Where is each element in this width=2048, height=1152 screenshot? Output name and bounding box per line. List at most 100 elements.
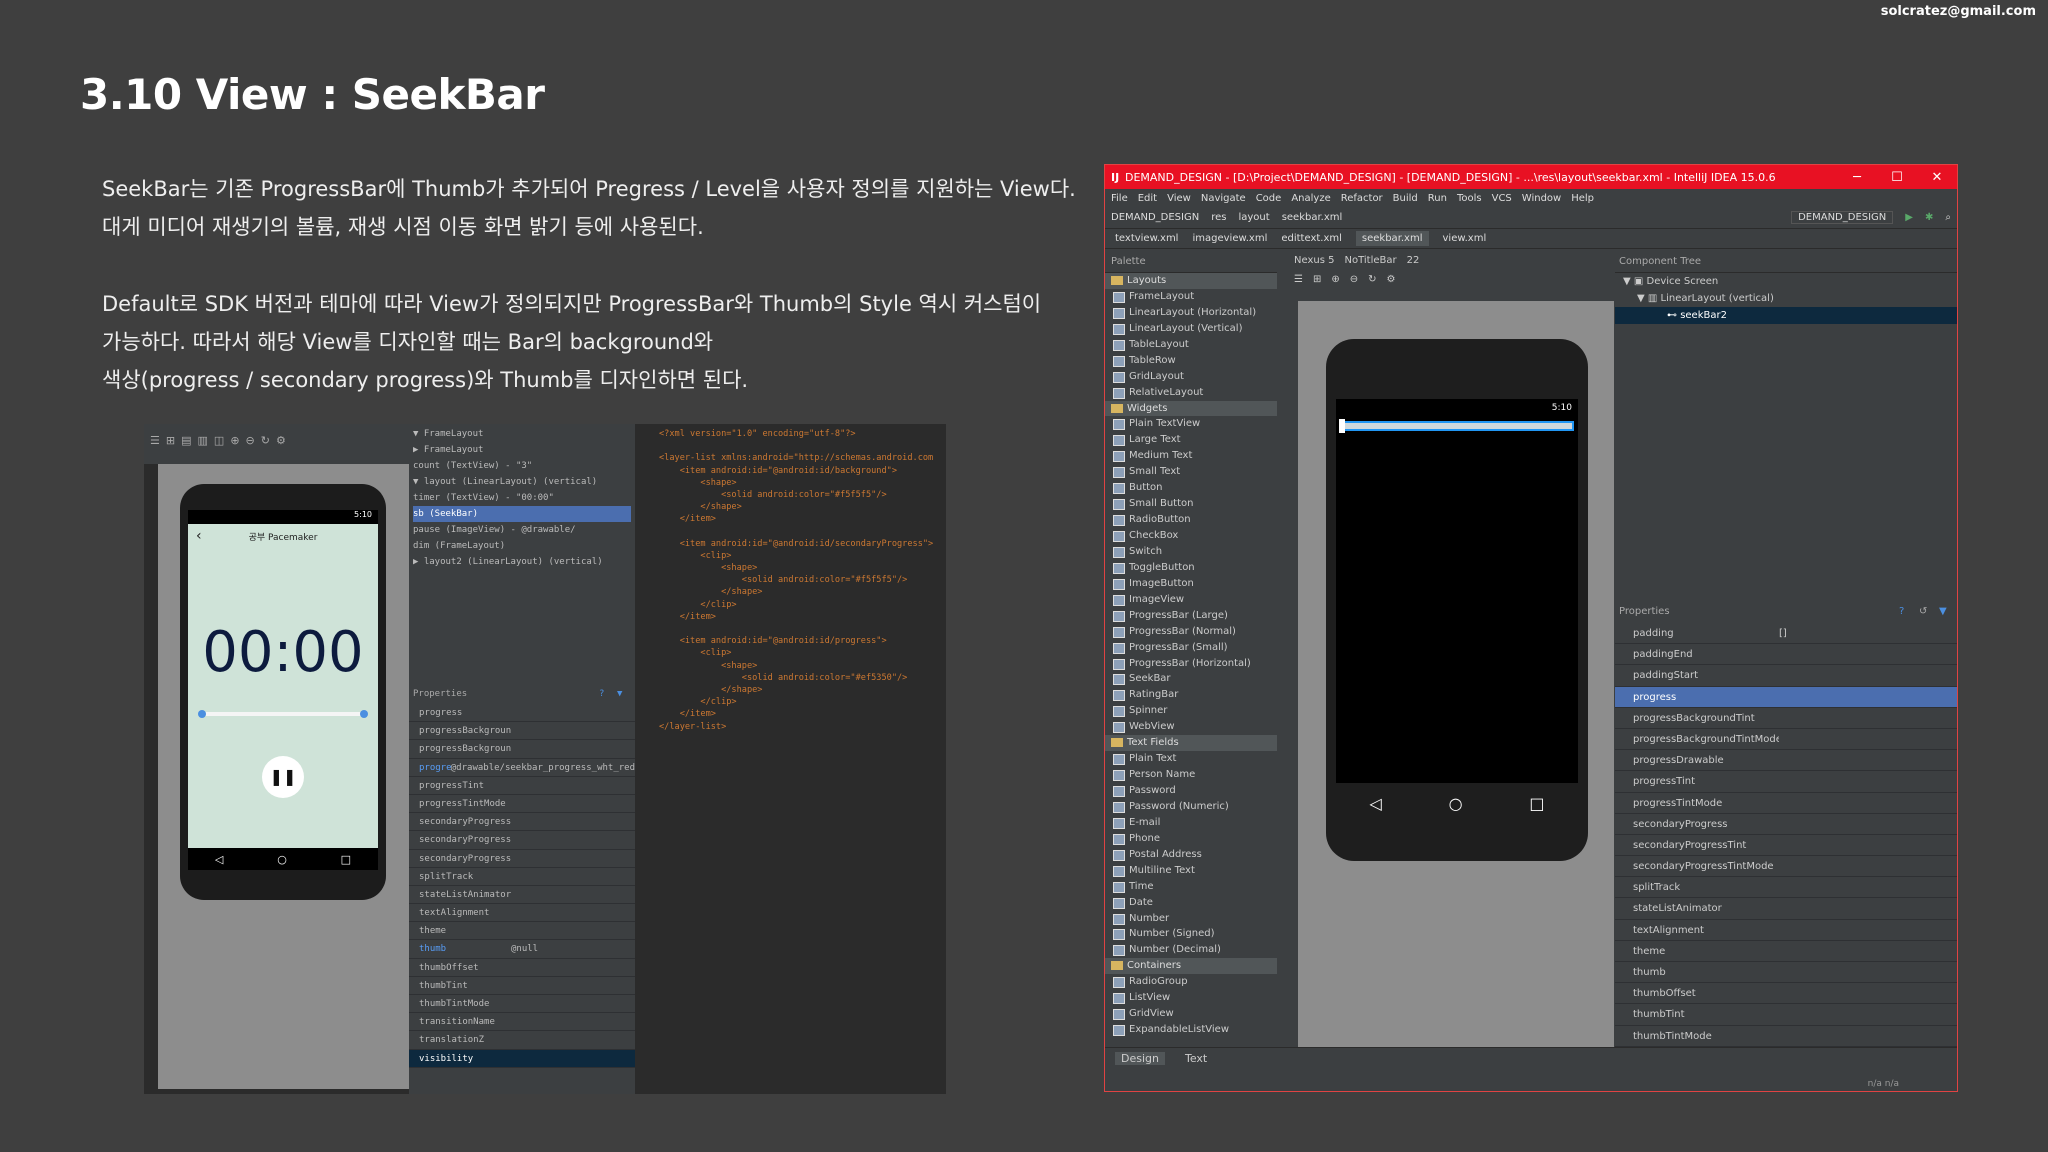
close-icon[interactable]: ✕ <box>1917 170 1957 185</box>
palette-category[interactable]: Layouts <box>1105 273 1277 289</box>
api-dropdown[interactable]: 22 <box>1407 255 1420 266</box>
palette-item[interactable]: ProgressBar (Large) <box>1105 608 1277 624</box>
property-row[interactable]: progressBackgroundTintMode <box>1615 729 1957 751</box>
property-row[interactable]: thumb @null <box>409 940 635 959</box>
search-icon[interactable]: ⌕ <box>1945 212 1957 223</box>
breadcrumb-res[interactable]: res <box>1211 212 1226 223</box>
theme-dropdown[interactable]: NoTitleBar <box>1344 255 1396 266</box>
palette-item[interactable]: Password <box>1105 783 1277 799</box>
help-icon[interactable]: ? <box>599 684 617 704</box>
property-row[interactable]: visibility <box>409 1049 635 1068</box>
palette-item[interactable]: Phone <box>1105 831 1277 847</box>
tree-node[interactable]: timer (TextView) - "00:00" <box>413 490 631 506</box>
palette-item[interactable]: ExpandableListView <box>1105 1022 1277 1038</box>
palette-category[interactable]: Containers <box>1105 958 1277 975</box>
debug-icon[interactable]: ✱ <box>1925 212 1933 223</box>
property-row[interactable]: secondaryProgressTint <box>1615 835 1957 857</box>
editor-tab[interactable]: edittext.xml <box>1281 233 1342 244</box>
layout-icon[interactable]: ☰ <box>1294 274 1303 285</box>
palette-item[interactable]: E-mail <box>1105 815 1277 831</box>
property-row[interactable]: progressTintMode <box>1615 793 1957 814</box>
property-row[interactable]: progressDrawable@drawable/seekbar_progre… <box>409 759 635 777</box>
toolbar-icon[interactable]: ▤ <box>181 434 191 454</box>
property-row[interactable]: stateListAnimator <box>1615 898 1957 920</box>
palette-item[interactable]: Small Text <box>1105 464 1277 480</box>
tree-node-selected[interactable]: ⊷ seekBar2 <box>1615 307 1957 324</box>
property-row[interactable]: secondaryProgressTintMode <box>1615 856 1957 878</box>
property-row[interactable]: progressBackgroundTi <box>409 722 635 741</box>
tree-node-selected[interactable]: sb (SeekBar) <box>413 506 631 522</box>
settings-icon[interactable]: ⚙ <box>276 434 286 454</box>
property-row[interactable]: secondaryProgressTi <box>409 850 635 868</box>
palette-item[interactable]: LinearLayout (Horizontal) <box>1105 305 1277 321</box>
palette-item[interactable]: WebView <box>1105 719 1277 735</box>
palette-item[interactable]: Person Name <box>1105 767 1277 783</box>
palette-item[interactable]: Time <box>1105 879 1277 895</box>
zoom-out-icon[interactable]: ⊖ <box>246 434 255 454</box>
palette-item[interactable]: CheckBox <box>1105 528 1277 544</box>
run-config-dropdown[interactable]: DEMAND_DESIGN <box>1791 211 1894 224</box>
palette-category[interactable]: Widgets <box>1105 400 1277 417</box>
property-row[interactable]: progress <box>409 704 635 723</box>
property-row[interactable]: splitTrack <box>1615 877 1957 899</box>
menu-item[interactable]: Build <box>1393 193 1418 204</box>
filter-icon[interactable]: ▼ <box>617 684 635 704</box>
toolbar-icon[interactable]: ▥ <box>198 434 208 454</box>
menu-item[interactable]: File <box>1111 193 1128 204</box>
palette-item[interactable]: LinearLayout (Vertical) <box>1105 321 1277 337</box>
palette-item[interactable]: SeekBar <box>1105 671 1277 687</box>
help-icon[interactable]: ? <box>1899 601 1919 623</box>
seekbar[interactable] <box>1339 419 1574 433</box>
property-value[interactable]: @null <box>511 940 538 957</box>
property-row[interactable]: secondaryProgress <box>1615 814 1957 835</box>
menu-item[interactable]: Tools <box>1457 193 1482 204</box>
palette-item[interactable]: Button <box>1105 480 1277 496</box>
property-row[interactable]: paddingStart <box>1615 665 1957 687</box>
palette-item[interactable]: Spinner <box>1105 703 1277 719</box>
toolbar-icon[interactable]: ⊞ <box>166 434 175 454</box>
nav-recents-icon[interactable]: □ <box>1529 794 1544 813</box>
editor-tab[interactable]: seekbar.xml <box>1355 231 1429 246</box>
tree-node[interactable]: ▶ FrameLayout <box>413 442 631 458</box>
palette-item[interactable]: Large Text <box>1105 432 1277 448</box>
tree-node[interactable]: ▶ layout2 (LinearLayout) (vertical) <box>413 554 631 570</box>
menu-item[interactable]: Edit <box>1138 193 1157 204</box>
tree-node[interactable]: dim (FrameLayout) <box>413 538 631 554</box>
menu-item[interactable]: Window <box>1522 193 1561 204</box>
property-row[interactable]: padding [] <box>1615 623 1957 645</box>
grid-icon[interactable]: ⊞ <box>1313 274 1321 285</box>
editor-tab[interactable]: imageview.xml <box>1192 233 1267 244</box>
palette-item[interactable]: TableRow <box>1105 353 1277 369</box>
settings-icon[interactable]: ⚙ <box>1387 274 1396 285</box>
refresh-icon[interactable]: ↻ <box>1368 274 1376 285</box>
property-row[interactable]: textAlignment <box>409 904 635 923</box>
palette-item[interactable]: RatingBar <box>1105 687 1277 703</box>
property-row[interactable]: textAlignment <box>1615 920 1957 941</box>
editor-tab[interactable]: view.xml <box>1443 233 1487 244</box>
minimize-icon[interactable]: ─ <box>1837 170 1877 185</box>
palette-item[interactable]: Password (Numeric) <box>1105 799 1277 815</box>
property-row[interactable]: thumbOffset <box>409 959 635 977</box>
zoom-in-icon[interactable]: ⊕ <box>230 434 239 454</box>
breadcrumb-layout[interactable]: layout <box>1238 212 1269 223</box>
palette-item[interactable]: RadioButton <box>1105 512 1277 528</box>
zoom-out-icon[interactable]: ⊖ <box>1350 274 1358 285</box>
palette-item[interactable]: RadioGroup <box>1105 974 1277 990</box>
tree-node[interactable]: ▼ FrameLayout <box>413 426 631 442</box>
zoom-in-icon[interactable]: ⊕ <box>1331 274 1339 285</box>
tree-node[interactable]: ▼ layout (LinearLayout) (vertical) <box>413 474 631 490</box>
property-row[interactable]: progressBackgroundTint <box>1615 708 1957 729</box>
palette-item[interactable]: ImageButton <box>1105 576 1277 592</box>
palette-item[interactable]: ProgressBar (Horizontal) <box>1105 656 1277 672</box>
nav-recents-icon[interactable]: □ <box>341 853 351 866</box>
device-dropdown[interactable]: Nexus 5 <box>1294 255 1334 266</box>
property-row[interactable]: progress <box>1615 686 1957 708</box>
palette-item[interactable]: Number (Decimal) <box>1105 942 1277 958</box>
tree-node[interactable]: count (TextView) - "3" <box>413 458 631 474</box>
property-row[interactable]: progressBackgroundTi <box>409 740 635 759</box>
toolbar-icon[interactable]: ◫ <box>214 434 224 454</box>
property-row[interactable]: thumbTint <box>409 977 635 995</box>
seekbar[interactable] <box>198 710 368 718</box>
palette-item[interactable]: ListView <box>1105 990 1277 1006</box>
property-row[interactable]: thumb <box>1615 962 1957 984</box>
